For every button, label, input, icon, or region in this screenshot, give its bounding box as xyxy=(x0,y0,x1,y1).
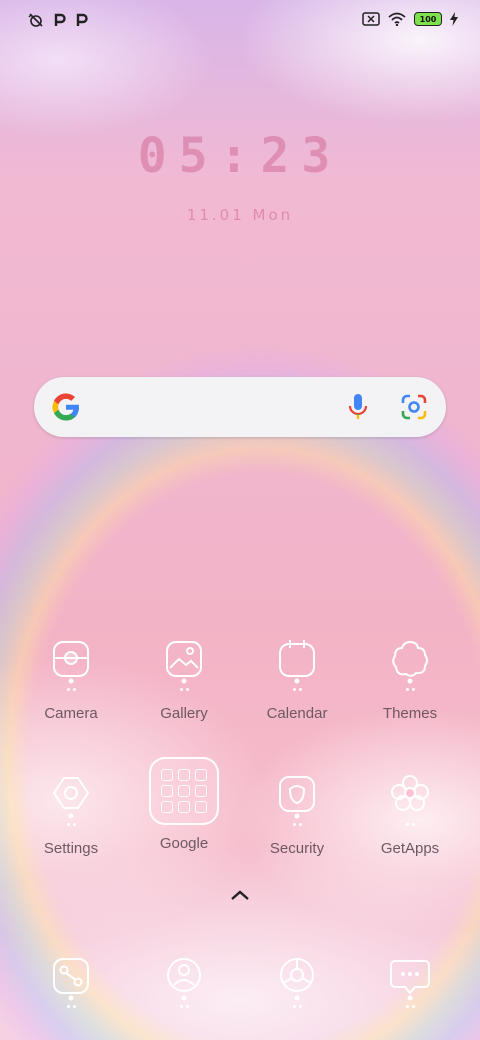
phone-icon xyxy=(53,958,89,1001)
app-label: Settings xyxy=(43,840,99,857)
themes-icon xyxy=(392,640,428,684)
alarm-off-icon xyxy=(28,13,43,27)
app-label: Google xyxy=(159,835,209,852)
dock-browser[interactable] xyxy=(242,955,352,1008)
google-logo-icon xyxy=(52,393,79,421)
battery-icon: 100 xyxy=(414,12,442,26)
app-getapps[interactable]: GetApps xyxy=(355,773,465,857)
lens-icon[interactable] xyxy=(400,393,428,421)
app-label: Camera xyxy=(44,705,98,722)
dock-phone[interactable] xyxy=(16,955,126,1008)
dock-messages[interactable] xyxy=(355,955,465,1008)
app-label: GetApps xyxy=(380,840,440,857)
camera-icon xyxy=(53,641,89,684)
p-notification-icon xyxy=(76,13,88,26)
contacts-icon xyxy=(167,958,201,1001)
wifi-icon xyxy=(388,12,406,26)
security-icon xyxy=(279,776,315,819)
mic-icon[interactable] xyxy=(348,393,368,421)
charging-icon xyxy=(450,12,458,26)
dock-contacts[interactable] xyxy=(129,955,239,1008)
messages-icon xyxy=(390,960,430,1001)
google-folder-icon xyxy=(149,757,219,825)
clock-date: 11.01 Mon xyxy=(186,206,294,224)
app-label: Calendar xyxy=(266,705,328,722)
status-bar: 100 xyxy=(0,0,480,42)
app-security[interactable]: Security xyxy=(242,773,352,857)
app-label: Security xyxy=(269,840,325,857)
getapps-icon xyxy=(391,775,429,811)
browser-icon xyxy=(280,958,314,1001)
google-search-bar[interactable] xyxy=(34,377,446,437)
clock-time[interactable]: 05:23 xyxy=(0,128,480,184)
app-settings[interactable]: Settings xyxy=(16,773,126,857)
app-camera[interactable]: Camera xyxy=(16,638,126,722)
folder-google[interactable]: Google xyxy=(129,757,239,852)
app-calendar[interactable]: Calendar xyxy=(242,638,352,722)
no-sim-icon xyxy=(362,12,380,26)
calendar-icon xyxy=(279,640,315,684)
settings-icon xyxy=(53,777,89,819)
app-gallery[interactable]: Gallery xyxy=(129,638,239,722)
app-label: Themes xyxy=(382,705,438,722)
app-themes[interactable]: Themes xyxy=(355,638,465,722)
chevron-up-icon[interactable] xyxy=(229,888,251,902)
p-notification-icon xyxy=(54,13,66,26)
app-label: Gallery xyxy=(160,705,208,722)
gallery-icon xyxy=(166,641,202,684)
